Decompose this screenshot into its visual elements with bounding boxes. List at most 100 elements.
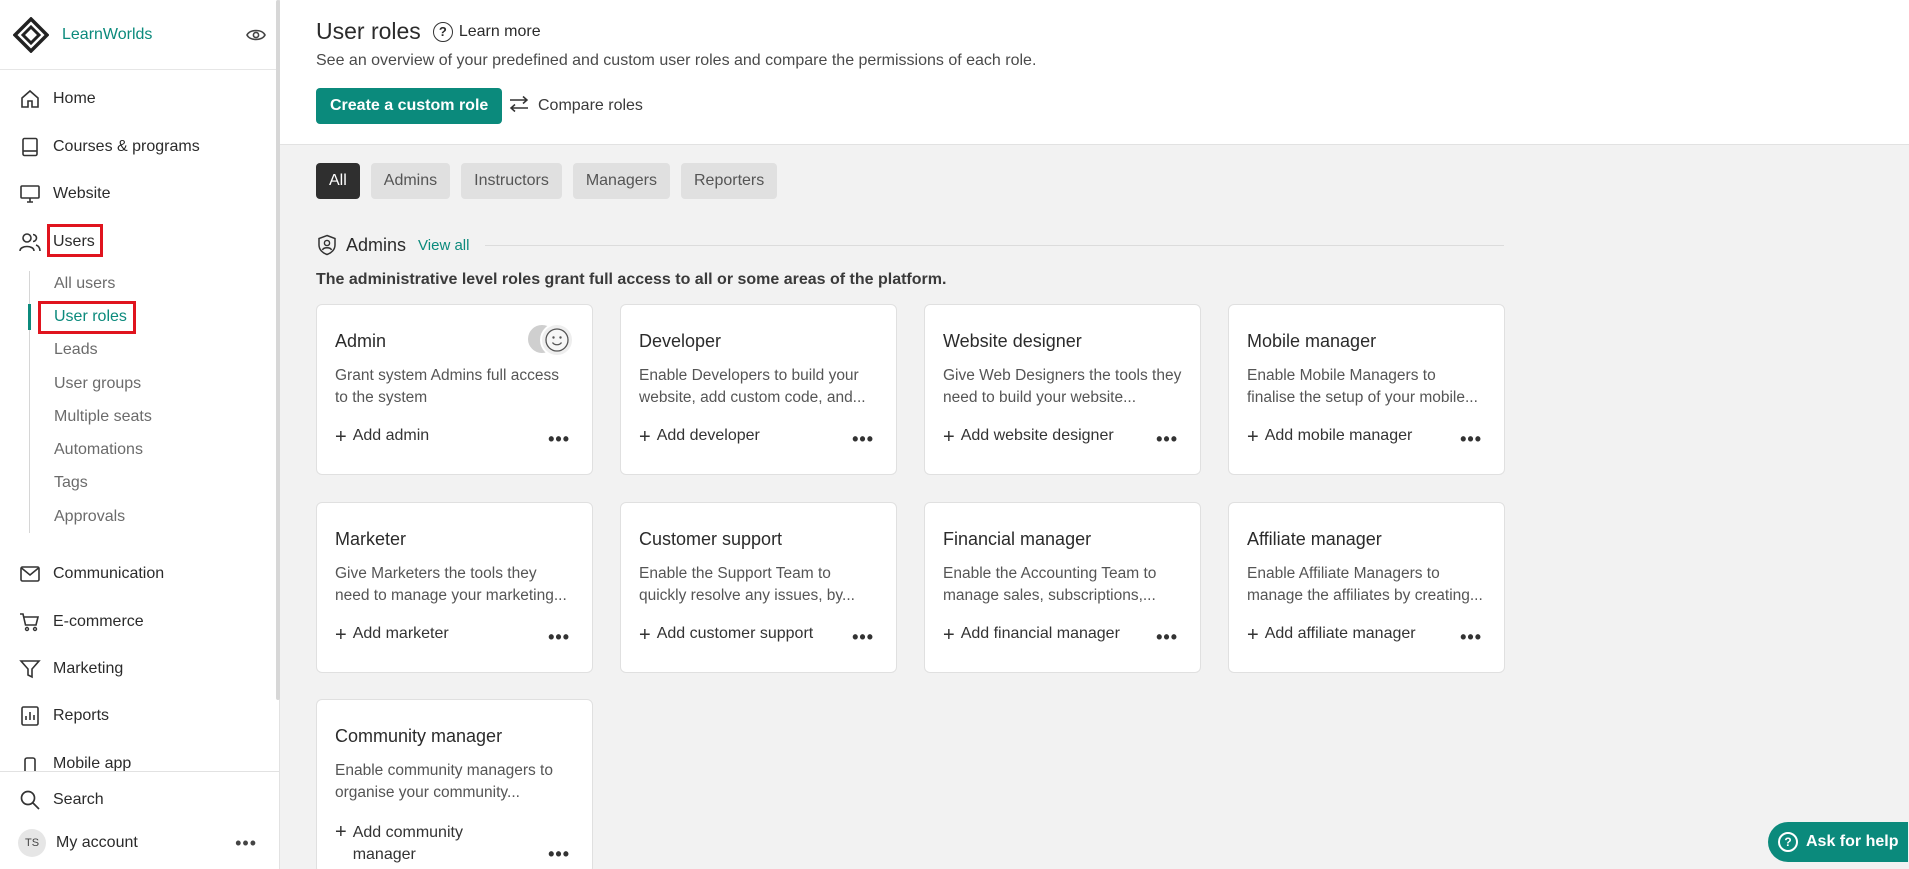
card-title: Marketer — [335, 529, 407, 549]
filter-managers[interactable]: Managers — [572, 163, 670, 199]
add-mobile-manager-button[interactable]: + Add mobile manager — [1247, 427, 1412, 447]
sidebar-item-marketing[interactable]: Marketing — [0, 649, 279, 689]
add-developer-button[interactable]: + Add developer — [639, 427, 760, 447]
role-card-customer-support[interactable]: Customer support Enable the Support Team… — [620, 502, 897, 673]
card-title: Website designer — [943, 331, 1082, 351]
add-label: Add customer support — [656, 625, 814, 642]
avatar: TS — [18, 829, 46, 857]
role-filters: All Admins Instructors Managers Reporter… — [316, 163, 778, 199]
submenu-automations[interactable]: Automations — [54, 438, 143, 462]
card-more-options-icon[interactable]: ••• — [852, 627, 874, 648]
help-label: Ask for help — [1806, 833, 1899, 850]
card-more-options-icon[interactable]: ••• — [1156, 429, 1178, 450]
account-label: My account — [56, 834, 138, 851]
role-card-developer[interactable]: Developer Enable Developers to build you… — [620, 304, 897, 475]
add-customer-support-button[interactable]: + Add customer support — [639, 625, 813, 645]
card-more-options-icon[interactable]: ••• — [548, 844, 570, 865]
submenu-leads[interactable]: Leads — [54, 338, 98, 362]
section-description: The administrative level roles grant ful… — [316, 271, 947, 288]
card-more-options-icon[interactable]: ••• — [1460, 627, 1482, 648]
card-title: Financial manager — [943, 529, 1092, 549]
assigned-users-avatars — [526, 323, 574, 357]
card-more-options-icon[interactable]: ••• — [548, 627, 570, 648]
plus-icon: + — [335, 821, 347, 843]
add-admin-button[interactable]: + Add admin — [335, 427, 429, 447]
plus-icon: + — [1247, 426, 1259, 448]
sidebar-item-ecommerce[interactable]: E-commerce — [0, 602, 279, 642]
eye-icon[interactable] — [245, 24, 267, 46]
filter-all[interactable]: All — [316, 163, 360, 199]
add-marketer-button[interactable]: + Add marketer — [335, 625, 449, 645]
compare-roles-button[interactable]: Compare roles — [508, 92, 643, 120]
sidebar-item-reports[interactable]: Reports — [0, 696, 279, 736]
plus-icon: + — [943, 426, 955, 448]
submenu-tags[interactable]: Tags — [54, 471, 88, 495]
section-header: Admins View all — [316, 234, 1504, 256]
title-row: User roles ? Learn more — [316, 18, 541, 45]
card-title: Community manager — [335, 726, 503, 746]
highlight-box-user-roles — [38, 301, 136, 334]
add-affiliate-manager-button[interactable]: + Add affiliate manager — [1247, 625, 1416, 645]
role-card-financial-manager[interactable]: Financial manager Enable the Accounting … — [924, 502, 1201, 673]
ask-for-help-button[interactable]: ? Ask for help — [1768, 822, 1908, 862]
swap-arrows-icon — [508, 95, 530, 118]
sidebar-account[interactable]: TS My account ••• — [0, 823, 279, 863]
view-all-link[interactable]: View all — [418, 237, 469, 254]
card-more-options-icon[interactable]: ••• — [548, 429, 570, 450]
sidebar: LearnWorlds Home Courses & programs Webs… — [0, 0, 280, 869]
add-financial-manager-button[interactable]: + Add financial manager — [943, 625, 1120, 645]
card-more-options-icon[interactable]: ••• — [852, 429, 874, 450]
add-label: Add community manager — [352, 824, 463, 863]
more-options-icon[interactable]: ••• — [235, 833, 257, 854]
filter-admins[interactable]: Admins — [370, 163, 451, 199]
sidebar-item-courses[interactable]: Courses & programs — [0, 127, 279, 167]
card-more-options-icon[interactable]: ••• — [1156, 627, 1178, 648]
user-shield-icon — [316, 234, 338, 256]
card-more-options-icon[interactable]: ••• — [1460, 429, 1482, 450]
submenu-multiple-seats[interactable]: Multiple seats — [54, 405, 152, 429]
chart-icon — [18, 704, 42, 728]
role-card-community-manager[interactable]: Community manager Enable community manag… — [316, 699, 593, 869]
plus-icon: + — [335, 624, 347, 646]
add-community-manager-button[interactable]: + Add community manager — [335, 822, 505, 866]
card-title: Affiliate manager — [1247, 529, 1382, 549]
add-website-designer-button[interactable]: + Add website designer — [943, 427, 1114, 447]
card-description: Enable the Accounting Team to manage sal… — [943, 565, 1157, 604]
sidebar-item-label: Communication — [53, 565, 165, 582]
sidebar-item-label: E-commerce — [53, 613, 144, 630]
add-label: Add financial manager — [960, 625, 1120, 642]
sidebar-item-label: Reports — [53, 707, 110, 724]
highlight-box-users — [47, 224, 103, 257]
sidebar-bottom: Search TS My account ••• — [0, 771, 279, 857]
sidebar-item-label: Home — [53, 90, 96, 107]
card-description: Enable Affiliate Managers to manage the … — [1247, 565, 1483, 604]
submenu-approvals[interactable]: Approvals — [54, 505, 125, 529]
filter-reporters[interactable]: Reporters — [680, 163, 778, 199]
role-card-affiliate-manager[interactable]: Affiliate manager Enable Affiliate Manag… — [1228, 502, 1505, 673]
submenu-user-groups[interactable]: User groups — [54, 372, 141, 396]
sidebar-search[interactable]: Search — [0, 780, 279, 820]
sidebar-item-communication[interactable]: Communication — [0, 554, 279, 594]
sidebar-item-label: Marketing — [53, 660, 124, 677]
sidebar-item-mobile-app[interactable]: Mobile app — [0, 744, 279, 772]
card-description: Grant system Admins full access to the s… — [335, 367, 559, 406]
add-label: Add mobile manager — [1264, 427, 1413, 444]
mail-icon — [18, 562, 42, 586]
submenu-all-users[interactable]: All users — [54, 272, 115, 296]
app-name: LearnWorlds — [62, 25, 153, 43]
role-card-mobile-manager[interactable]: Mobile manager Enable Mobile Managers to… — [1228, 304, 1505, 475]
sidebar-item-website[interactable]: Website — [0, 174, 279, 214]
role-card-admin[interactable]: Admin Grant system Admins full access to… — [316, 304, 593, 475]
learn-more-link[interactable]: ? Learn more — [432, 21, 541, 42]
plus-icon: + — [335, 426, 347, 448]
learnworlds-logo-icon[interactable] — [12, 16, 50, 54]
sidebar-item-users[interactable]: Users — [0, 222, 279, 262]
filter-instructors[interactable]: Instructors — [461, 163, 562, 199]
role-card-website-designer[interactable]: Website designer Give Web Designers the … — [924, 304, 1201, 475]
create-custom-role-button[interactable]: Create a custom role — [316, 88, 503, 124]
sidebar-item-home[interactable]: Home — [0, 79, 279, 119]
avatar-smile-icon — [540, 323, 574, 357]
sidebar-item-label: Courses & programs — [53, 138, 200, 155]
plus-icon: + — [639, 426, 651, 448]
role-card-marketer[interactable]: Marketer Give Marketers the tools they n… — [316, 502, 593, 673]
